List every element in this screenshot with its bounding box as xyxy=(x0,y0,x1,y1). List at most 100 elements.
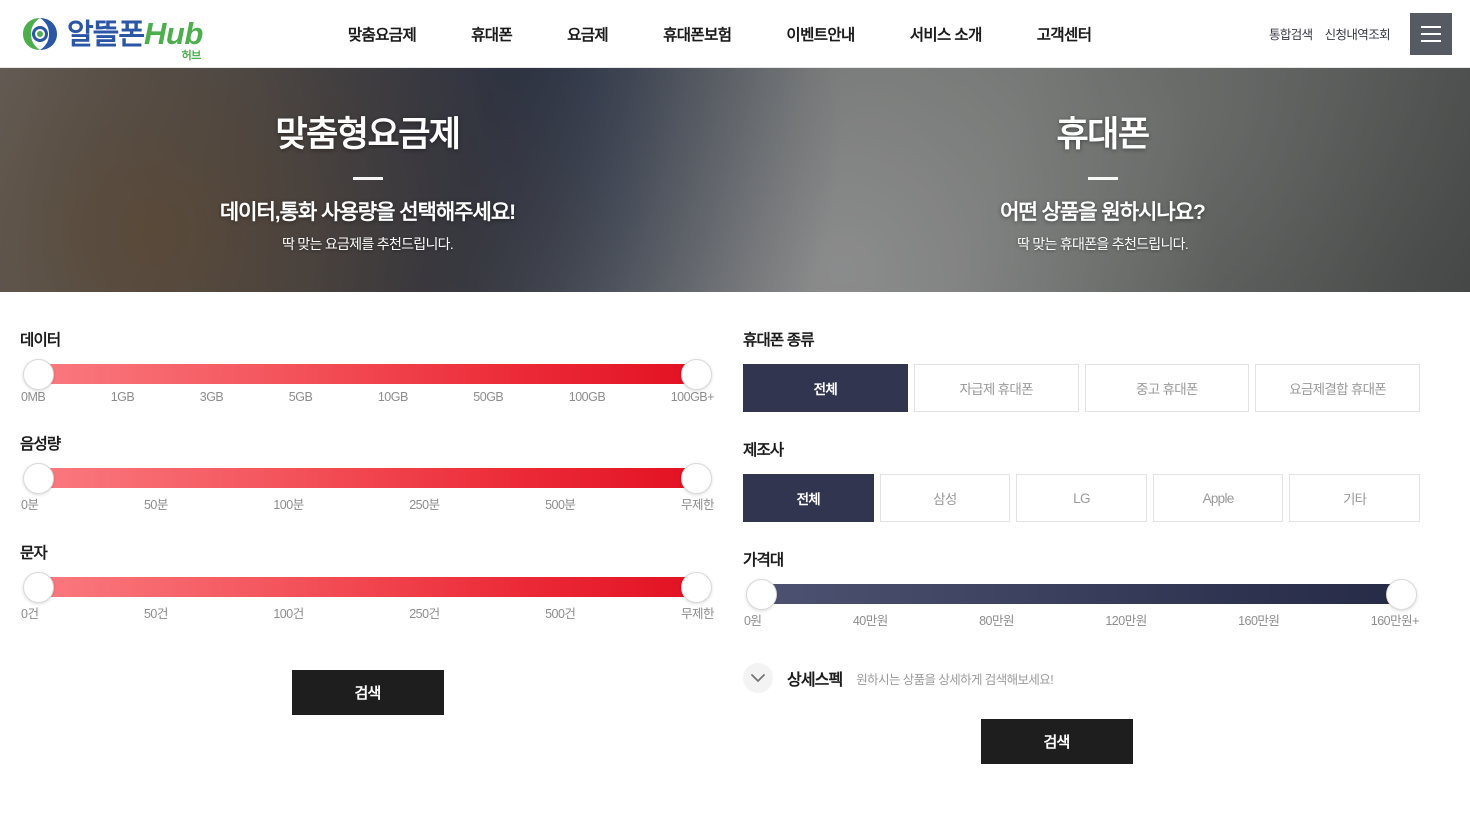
chevron-down-icon[interactable] xyxy=(743,663,773,693)
slider-fill-price xyxy=(761,584,1402,604)
site-header: 알뜰폰Hub 허브 맞춤요금제 휴대폰 요금제 휴대폰보험 이벤트안내 서비스 … xyxy=(0,0,1470,68)
slider-handle-price-min[interactable] xyxy=(746,578,777,610)
plan-search-button[interactable]: 검색 xyxy=(291,670,444,715)
manufacturer-option-other[interactable]: 기타 xyxy=(1289,474,1420,522)
hero-banner: 맞춤형요금제 데이터,통화 사용량을 선택해주세요! 딱 맞는 요금제를 추천드… xyxy=(0,68,1470,292)
phone-type-options: 전체 자급제 휴대폰 중고 휴대폰 요금제결합 휴대폰 xyxy=(743,364,1420,412)
hero-sub-phone: 딱 맞는 휴대폰을 추천드립니다. xyxy=(1016,236,1189,252)
hamburger-bar xyxy=(1421,39,1441,42)
slider-tick: 50GB xyxy=(473,390,504,404)
slider-tick: 100GB+ xyxy=(670,390,715,404)
hamburger-bar xyxy=(1421,25,1441,28)
slider-handle-sms-min[interactable] xyxy=(23,571,54,603)
nav-item-customer-center[interactable]: 고객센터 xyxy=(1037,23,1092,45)
manufacturer-option-all[interactable]: 전체 xyxy=(743,474,874,522)
slider-ticks-voice: 0분 50분 100분 250분 500분 무제한 xyxy=(20,494,715,513)
slider-ticks-data: 0MB 1GB 3GB 5GB 10GB 50GB 100GB 100GB+ xyxy=(20,390,715,404)
slider-fill-sms xyxy=(38,577,697,597)
hero-column-phone: 휴대폰 어떤 상품을 원하시나요? 딱 맞는 휴대폰을 추천드립니다. xyxy=(735,68,1470,292)
manufacturer-option-apple[interactable]: Apple xyxy=(1152,474,1284,522)
slider-tick: 0MB xyxy=(21,390,46,404)
slider-tick: 500분 xyxy=(545,498,576,512)
plan-search-panel: 데이터 0MB 1GB 3GB 5GB 10GB 50GB 100GB 100G… xyxy=(0,292,735,784)
slider-tick: 100분 xyxy=(273,498,304,512)
phone-type-block: 휴대폰 종류 전체 자급제 휴대폰 중고 휴대폰 요금제결합 휴대폰 xyxy=(743,328,1420,412)
slider-label-data: 데이터 xyxy=(20,332,61,349)
slider-tick: 120만원 xyxy=(1105,614,1147,628)
slider-ticks-sms: 0건 50건 100건 250건 500건 무제한 xyxy=(20,603,715,622)
hero-column-plan: 맞춤형요금제 데이터,통화 사용량을 선택해주세요! 딱 맞는 요금제를 추천드… xyxy=(0,68,735,292)
slider-rail-price[interactable] xyxy=(743,578,1420,610)
slider-tick: 80만원 xyxy=(979,614,1014,628)
slider-label-price: 가격대 xyxy=(743,552,784,569)
slider-label-sms: 문자 xyxy=(20,545,48,562)
manufacturer-option-samsung[interactable]: 삼성 xyxy=(879,474,1011,522)
logo-text-kr: 알뜰폰 xyxy=(67,18,145,51)
phone-type-option-bundled[interactable]: 요금제결합 휴대폰 xyxy=(1255,364,1420,412)
slider-tick: 250건 xyxy=(409,607,440,621)
hero-lead-phone: 어떤 상품을 원하시나요? xyxy=(1000,201,1206,224)
slider-handle-data-max[interactable] xyxy=(681,358,712,390)
hero-title-plan: 맞춤형요금제 xyxy=(275,115,461,154)
manufacturer-option-lg[interactable]: LG xyxy=(1016,474,1147,522)
slider-rail-sms[interactable] xyxy=(20,571,715,603)
logo-text-en: Hub xyxy=(144,15,203,51)
search-panels: 데이터 0MB 1GB 3GB 5GB 10GB 50GB 100GB 100G… xyxy=(0,292,1470,784)
slider-handle-voice-max[interactable] xyxy=(681,462,712,494)
slider-tick: 250분 xyxy=(409,498,440,512)
slider-handle-sms-max[interactable] xyxy=(681,571,712,603)
slider-tick: 0원 xyxy=(744,614,762,628)
slider-tick: 0건 xyxy=(21,607,39,621)
slider-tick: 160만원 xyxy=(1238,614,1280,628)
slider-tick: 5GB xyxy=(288,390,313,404)
manufacturer-options: 전체 삼성 LG Apple 기타 xyxy=(743,474,1420,522)
slider-tick: 무제한 xyxy=(680,498,715,512)
slider-label-voice: 음성량 xyxy=(20,436,61,453)
hero-title-phone: 휴대폰 xyxy=(1056,115,1150,154)
detailed-spec-row[interactable]: 상세스펙 원하시는 상품을 상세하게 검색해보세요! xyxy=(743,663,1420,693)
slider-tick: 50건 xyxy=(143,607,168,621)
nav-item-phone-insurance[interactable]: 휴대폰보험 xyxy=(663,23,732,45)
slider-tick: 50분 xyxy=(143,498,168,512)
hero-divider xyxy=(1087,177,1118,180)
slider-handle-price-max[interactable] xyxy=(1386,578,1417,610)
hamburger-bar xyxy=(1421,32,1441,35)
slider-tick: 40만원 xyxy=(852,614,888,628)
manufacturer-block: 제조사 전체 삼성 LG Apple 기타 xyxy=(743,438,1420,522)
nav-item-custom-plan[interactable]: 맞춤요금제 xyxy=(348,23,417,45)
header-utility-area: 통합검색 신청내역조회 xyxy=(1269,12,1452,55)
slider-tick: 1GB xyxy=(110,390,135,404)
phone-type-option-unlocked[interactable]: 자급제 휴대폰 xyxy=(913,364,1079,412)
slider-handle-voice-min[interactable] xyxy=(23,462,54,494)
swirl-logo-icon xyxy=(20,14,60,54)
nav-item-service-intro[interactable]: 서비스 소개 xyxy=(910,23,983,45)
slider-handle-data-min[interactable] xyxy=(23,358,54,390)
phone-search-button-wrap: 검색 xyxy=(743,719,1420,764)
hamburger-menu-icon[interactable] xyxy=(1410,12,1452,55)
utility-link-integrated-search[interactable]: 통합검색 xyxy=(1269,24,1313,43)
hero-lead-plan: 데이터,통화 사용량을 선택해주세요! xyxy=(219,201,516,224)
hero-divider xyxy=(352,177,383,180)
slider-rail-data[interactable] xyxy=(20,358,715,390)
logo-subtext: 허브 xyxy=(181,49,202,62)
detailed-spec-hint: 원하시는 상품을 상세하게 검색해보세요! xyxy=(856,672,1054,687)
nav-item-phones[interactable]: 휴대폰 xyxy=(471,23,513,45)
main-navigation: 맞춤요금제 휴대폰 요금제 휴대폰보험 이벤트안내 서비스 소개 고객센터 xyxy=(348,23,1092,45)
phone-type-option-all[interactable]: 전체 xyxy=(743,364,908,412)
slider-rail-voice[interactable] xyxy=(20,462,715,494)
phone-type-option-used[interactable]: 중고 휴대폰 xyxy=(1084,364,1250,412)
slider-block-voice: 음성량 0분 50분 100분 250분 500분 무제한 xyxy=(20,432,715,513)
utility-link-application-history[interactable]: 신청내역조회 xyxy=(1325,24,1391,43)
phone-type-label: 휴대폰 종류 xyxy=(743,332,815,349)
slider-block-price: 가격대 0원 40만원 80만원 120만원 160만원 160만원+ xyxy=(743,548,1420,629)
site-logo[interactable]: 알뜰폰Hub 허브 xyxy=(20,14,203,61)
slider-fill-data xyxy=(38,364,697,384)
nav-item-plans[interactable]: 요금제 xyxy=(567,23,609,45)
slider-tick: 500건 xyxy=(545,607,576,621)
phone-search-button[interactable]: 검색 xyxy=(980,719,1133,764)
slider-fill-voice xyxy=(38,468,697,488)
detailed-spec-title: 상세스펙 xyxy=(787,672,843,689)
hero-sub-plan: 딱 맞는 요금제를 추천드립니다. xyxy=(281,236,454,252)
nav-item-events[interactable]: 이벤트안내 xyxy=(786,23,855,45)
slider-ticks-price: 0원 40만원 80만원 120만원 160만원 160만원+ xyxy=(743,610,1420,629)
